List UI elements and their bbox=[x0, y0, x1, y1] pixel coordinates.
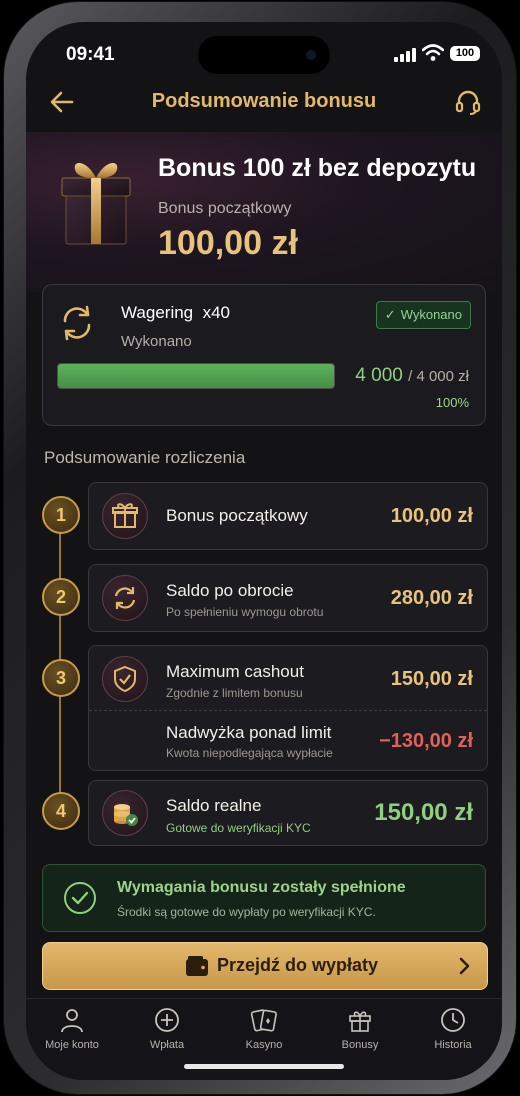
summary-row-real-balance[interactable]: Saldo realne Gotowe do weryfikacji KYC 1… bbox=[88, 780, 488, 846]
withdraw-button-label: Przejdź do wypłaty bbox=[217, 955, 379, 975]
phone-frame: 09:41 100 Podsumowanie bonusu Bonus 100 … bbox=[4, 2, 516, 1094]
row-subtitle: Zgodnie z limitem bonusu bbox=[166, 686, 303, 700]
wagering-progress-text: 4 000 / 4 000 zł bbox=[355, 365, 469, 387]
tab-label: Bonusy bbox=[341, 1039, 379, 1051]
withdraw-button[interactable]: Przejdź do wypłaty bbox=[42, 942, 488, 990]
tab-label: Kasyno bbox=[245, 1039, 283, 1051]
clock-icon bbox=[441, 1008, 465, 1032]
refresh-icon bbox=[63, 305, 91, 341]
row-divider bbox=[89, 710, 487, 711]
tab-history[interactable]: Historia bbox=[413, 1007, 493, 1051]
plus-circle-icon bbox=[155, 1008, 179, 1032]
chevron-right-icon bbox=[459, 957, 470, 975]
row-value: 150,00 zł bbox=[390, 668, 473, 690]
headset-support-icon[interactable] bbox=[454, 88, 482, 116]
tab-label: Historia bbox=[434, 1039, 472, 1051]
coins-check-icon bbox=[102, 790, 148, 836]
status-badge: ✓ Wykonano bbox=[375, 301, 471, 329]
wagering-status: Wykonano bbox=[121, 333, 192, 350]
wifi-icon bbox=[422, 44, 444, 61]
dynamic-island bbox=[198, 36, 330, 74]
excess-subtitle: Kwota niepodlegająca wypłacie bbox=[166, 746, 333, 760]
row-title: Maximum cashout bbox=[166, 662, 304, 681]
wagering-progress-bar bbox=[57, 363, 335, 389]
row-value: 100,00 zł bbox=[390, 505, 473, 527]
step-number-3: 3 bbox=[42, 659, 80, 697]
summary-row-balance-after-wager[interactable]: Saldo po obrocie Po spełnieniu wymogu ob… bbox=[88, 564, 488, 632]
progress-current: 4 000 bbox=[355, 365, 403, 386]
check-icon: ✓ bbox=[384, 307, 396, 322]
cards-icon bbox=[250, 1009, 277, 1032]
success-subtitle: Środki są gotowe do wypłaty po weryfikac… bbox=[117, 905, 376, 919]
tab-casino[interactable]: Kasyno bbox=[224, 1007, 304, 1051]
summary-title: Podsumowanie rozliczenia bbox=[44, 448, 246, 467]
wagering-progress-fill bbox=[58, 364, 334, 388]
signal-icon bbox=[394, 48, 416, 62]
shield-check-icon bbox=[102, 656, 148, 702]
tab-deposit[interactable]: Wpłata bbox=[127, 1007, 207, 1051]
progress-percent: 100% bbox=[435, 395, 469, 410]
bonus-title: Bonus 100 zł bez depozytu bbox=[158, 154, 477, 182]
success-banner: Wymagania bonusu zostały spełnione Środk… bbox=[42, 864, 486, 932]
step-number-1: 1 bbox=[42, 496, 80, 534]
battery-icon: 100 bbox=[450, 46, 480, 61]
tab-label: Wpłata bbox=[149, 1039, 185, 1051]
gift-icon bbox=[349, 1011, 371, 1032]
summary-row-initial-bonus[interactable]: Bonus początkowy 100,00 zł bbox=[88, 482, 488, 550]
check-circle-icon bbox=[64, 882, 96, 914]
row-title: Saldo po obrocie bbox=[166, 581, 294, 600]
row-subtitle: Gotowe do weryfikacji KYC bbox=[166, 821, 311, 835]
status-bar: 09:41 100 bbox=[26, 22, 502, 82]
row-value: 150,00 zł bbox=[374, 799, 473, 826]
row-value: 280,00 zł bbox=[390, 587, 473, 609]
status-badge-label: Wykonano bbox=[400, 307, 462, 322]
wallet-icon bbox=[186, 956, 208, 976]
success-title: Wymagania bonusu zostały spełnione bbox=[117, 879, 406, 896]
bonus-amount: 100,00 zł bbox=[158, 224, 298, 262]
progress-total: / 4 000 zł bbox=[408, 368, 469, 385]
bonus-initial-label: Bonus początkowy bbox=[158, 200, 292, 217]
bonus-hero: Bonus 100 zł bez depozytu Bonus początko… bbox=[26, 132, 502, 292]
wagering-card: Wagering x40 Wykonano ✓ Wykonano 4 000 / … bbox=[42, 284, 486, 426]
excess-value: −130,00 zł bbox=[379, 730, 473, 752]
user-icon bbox=[61, 1009, 83, 1033]
app-header: Podsumowanie bonusu bbox=[26, 80, 502, 132]
wagering-title: Wagering x40 bbox=[121, 303, 230, 322]
row-subtitle: Po spełnieniu wymogu obrotu bbox=[166, 605, 324, 619]
gift-icon bbox=[102, 493, 148, 539]
home-indicator bbox=[184, 1064, 344, 1069]
tab-bonuses[interactable]: Bonusy bbox=[320, 1007, 400, 1051]
summary-row-max-cashout[interactable]: Maximum cashout Zgodnie z limitem bonusu… bbox=[88, 645, 488, 771]
excess-title: Nadwyżka ponad limit bbox=[166, 723, 332, 742]
page-title: Podsumowanie bonusu bbox=[151, 90, 377, 112]
step-number-2: 2 bbox=[42, 578, 80, 616]
tab-my-account[interactable]: Moje konto bbox=[32, 1007, 112, 1051]
row-title: Bonus początkowy bbox=[166, 506, 308, 525]
status-time: 09:41 bbox=[66, 44, 115, 65]
refresh-icon bbox=[102, 575, 148, 621]
row-title: Saldo realne bbox=[166, 796, 262, 815]
app-screen: 09:41 100 Podsumowanie bonusu Bonus 100 … bbox=[26, 22, 502, 1080]
gift-box-icon bbox=[61, 162, 131, 245]
step-number-4: 4 bbox=[42, 792, 80, 830]
tab-label: Moje konto bbox=[45, 1039, 99, 1051]
